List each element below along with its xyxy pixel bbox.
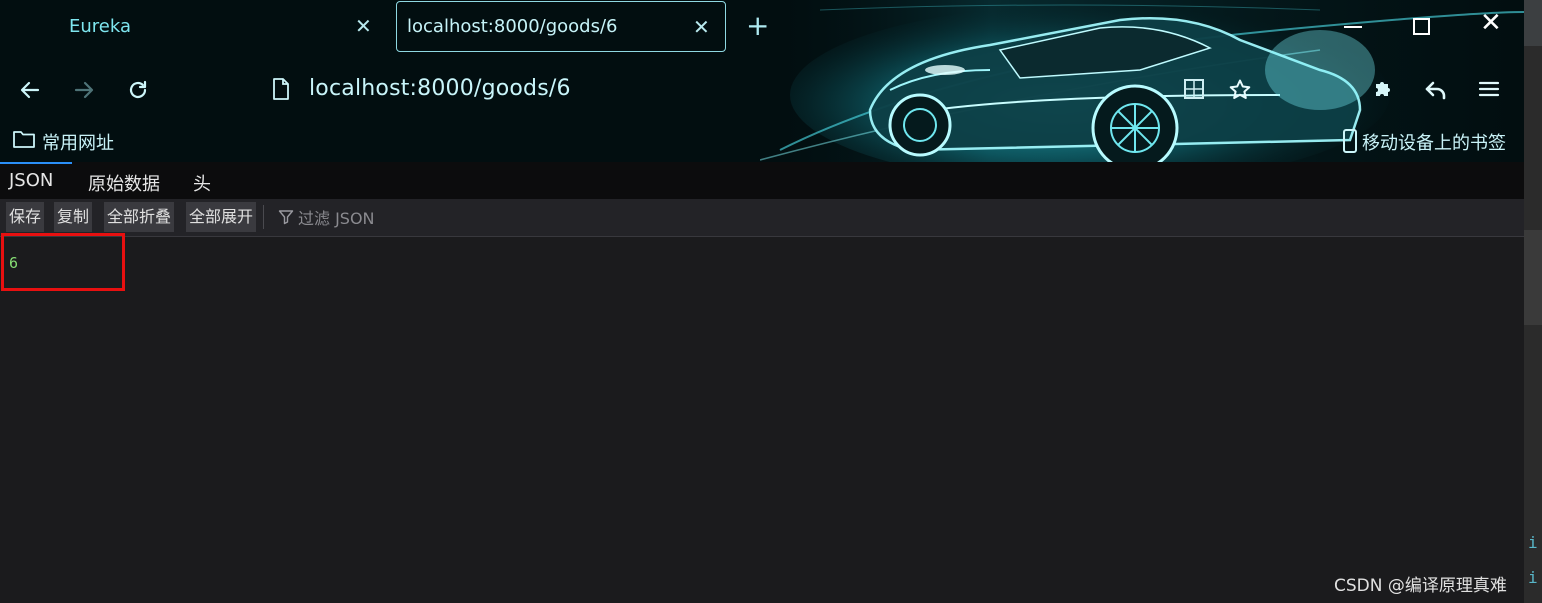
tab-title: localhost:8000/goods/6 (407, 16, 618, 37)
forward-arrow-icon[interactable] (72, 78, 96, 102)
maximize-icon[interactable] (1413, 18, 1430, 35)
tab-eureka[interactable]: Eureka ✕ (0, 0, 390, 52)
close-icon[interactable]: ✕ (355, 16, 372, 36)
hamburger-menu-icon[interactable] (1478, 78, 1500, 100)
collapse-all-button[interactable]: 全部折叠 (104, 202, 175, 232)
tab-bar: Eureka ✕ localhost:8000/goods/6 ✕ + ✕ (0, 0, 1524, 56)
page-icon[interactable] (272, 78, 290, 100)
tab-headers[interactable]: 头 (193, 170, 211, 196)
reload-icon[interactable] (126, 78, 150, 102)
navigation-bar: localhost:8000/goods/6 (0, 62, 1524, 118)
extension-icon[interactable] (1370, 78, 1394, 102)
expand-all-button[interactable]: 全部展开 (186, 202, 257, 232)
window-edge-titlebar (1524, 0, 1542, 46)
mobile-bookmarks[interactable]: 移动设备上的书签 (1362, 129, 1506, 155)
copy-button[interactable]: 复制 (54, 202, 93, 232)
star-icon[interactable] (1228, 78, 1252, 102)
tab-raw-data[interactable]: 原始数据 (88, 170, 160, 196)
code-glyph: i (1528, 568, 1538, 587)
json-content-panel: 6 (0, 237, 1524, 603)
new-tab-plus-icon[interactable]: + (746, 12, 769, 40)
json-viewer-toolbar: 保存 复制 全部折叠 全部展开 (0, 199, 1524, 237)
toolbar-divider (263, 205, 264, 229)
json-viewer-tabs: JSON 原始数据 头 (0, 162, 1524, 200)
csdn-watermark: CSDN @编译原理真难 (1334, 576, 1507, 596)
background-window-edge: i i (1524, 0, 1542, 603)
tab-title: Eureka (69, 15, 131, 37)
bookmarks-bar: 常用网址 移动设备上的书签 (0, 124, 1524, 158)
filter-icon (278, 210, 294, 225)
folder-icon[interactable] (12, 128, 36, 150)
mobile-device-icon[interactable] (1342, 128, 1358, 154)
red-highlight-box (1, 233, 125, 291)
url-input[interactable]: localhost:8000/goods/6 (309, 76, 571, 101)
tab-json[interactable]: JSON (9, 170, 53, 191)
window-close-icon[interactable]: ✕ (1480, 8, 1502, 38)
save-button[interactable]: 保存 (6, 202, 45, 232)
minimize-icon[interactable] (1344, 26, 1362, 28)
undo-icon[interactable] (1424, 78, 1448, 102)
reader-grid-icon[interactable] (1183, 78, 1205, 100)
window-edge-panel (1524, 230, 1542, 325)
active-tab-indicator (0, 162, 72, 164)
tab-localhost[interactable]: localhost:8000/goods/6 ✕ (396, 1, 726, 52)
bookmark-folder-common[interactable]: 常用网址 (42, 129, 114, 155)
code-glyph: i (1528, 533, 1538, 552)
filter-json-input[interactable] (296, 204, 700, 232)
back-arrow-icon[interactable] (18, 78, 42, 102)
browser-chrome: Eureka ✕ localhost:8000/goods/6 ✕ + ✕ lo… (0, 0, 1524, 162)
close-icon[interactable]: ✕ (693, 17, 710, 37)
